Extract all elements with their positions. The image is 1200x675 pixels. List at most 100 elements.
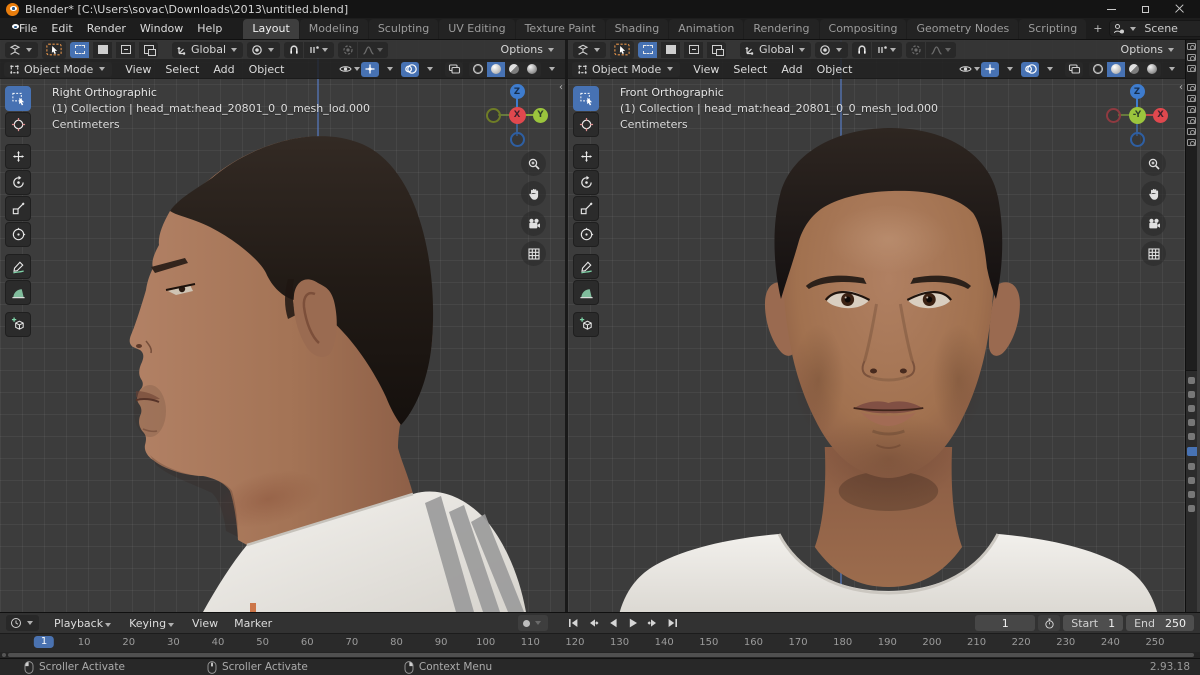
select-mode-extend[interactable] (661, 42, 680, 58)
current-frame-marker[interactable]: 1 (34, 636, 54, 648)
tab-shading[interactable]: Shading (606, 19, 669, 39)
timeline-ruler[interactable]: 1 10203040506070809010011012013014015016… (0, 633, 1200, 652)
pan-view-button[interactable] (521, 181, 546, 206)
render-visibility-camera-icon[interactable] (1187, 128, 1196, 135)
head-model-front[interactable] (568, 79, 1185, 612)
properties-tab-icon[interactable] (1188, 491, 1195, 498)
properties-tab-icon[interactable] (1188, 377, 1195, 384)
overlays-dropdown[interactable] (1041, 62, 1059, 77)
shading-dropdown[interactable] (1163, 62, 1181, 77)
overlays-dropdown[interactable] (421, 62, 439, 77)
move-tool-button[interactable] (5, 144, 31, 169)
snap-target-dropdown[interactable] (872, 42, 902, 58)
transform-orientation-dropdown[interactable]: Global (740, 42, 811, 58)
timeline-menu-keying[interactable]: Keying (122, 615, 183, 632)
minimize-button[interactable] (1106, 3, 1118, 15)
rotate-tool-button[interactable] (573, 170, 599, 195)
current-frame-field[interactable]: 1 (975, 615, 1035, 631)
viewport-menu-select[interactable]: Select (726, 62, 774, 77)
shading-wireframe-button[interactable] (1089, 62, 1107, 77)
head-model-profile[interactable] (0, 79, 565, 612)
move-tool-button[interactable] (573, 144, 599, 169)
render-visibility-camera-icon[interactable] (1187, 65, 1196, 72)
menu-render[interactable]: Render (80, 20, 133, 37)
transform-orientation-dropdown[interactable]: Global (172, 42, 243, 58)
tab-uv-editing[interactable]: UV Editing (439, 19, 514, 39)
proportional-falloff-dropdown[interactable] (358, 42, 388, 58)
select-mode-subtract[interactable] (116, 42, 135, 58)
properties-tab-icon[interactable] (1188, 505, 1195, 512)
overlays-toggle[interactable] (1021, 62, 1039, 77)
select-mode-extend[interactable] (93, 42, 112, 58)
tab-scripting[interactable]: Scripting (1019, 19, 1086, 39)
select-mode-difference[interactable] (139, 42, 158, 58)
cursor-tool-button[interactable] (5, 112, 31, 137)
shading-wireframe-button[interactable] (469, 62, 487, 77)
properties-tab-icon[interactable] (1187, 447, 1197, 456)
scene-selector[interactable]: Scene ✕ (1109, 20, 1200, 37)
viewport-menu-add[interactable]: Add (774, 62, 809, 77)
frame-start-field[interactable]: Start1 (1063, 615, 1123, 631)
auto-keying-button[interactable] (518, 615, 548, 631)
render-visibility-camera-icon[interactable] (1187, 54, 1196, 61)
viewport-menu-view[interactable]: View (686, 62, 726, 77)
overlays-toggle[interactable] (401, 62, 419, 77)
annotate-tool-button[interactable] (5, 254, 31, 279)
transform-pivot-dropdown[interactable] (247, 42, 280, 58)
select-box-tool-button[interactable] (573, 86, 599, 111)
shading-material-button[interactable] (1125, 62, 1143, 77)
grid-view-button[interactable] (1141, 241, 1166, 266)
viewport-canvas[interactable]: Front Orthographic(1) Collection | head_… (568, 79, 1185, 612)
navigation-gizmo[interactable]: ZYX (485, 83, 549, 147)
properties-tab-icon[interactable] (1188, 463, 1195, 470)
mode-dropdown[interactable]: Object Mode (4, 62, 112, 77)
scale-tool-button[interactable] (5, 196, 31, 221)
timeline-menu-marker[interactable]: Marker (227, 615, 279, 632)
viewport-menu-view[interactable]: View (118, 62, 158, 77)
tab-compositing[interactable]: Compositing (820, 19, 907, 39)
timeline-editor-type-button[interactable] (6, 615, 39, 631)
play-button[interactable] (623, 615, 642, 631)
scale-tool-button[interactable] (573, 196, 599, 221)
render-visibility-camera-icon[interactable] (1187, 139, 1196, 146)
timeline-menu-playback[interactable]: Playback (47, 615, 120, 632)
measure-tool-button[interactable] (573, 280, 599, 305)
gizmo-z-axis[interactable]: Z (510, 84, 525, 99)
object-visibility-dropdown[interactable] (961, 62, 979, 77)
viewport-menu-select[interactable]: Select (158, 62, 206, 77)
tab-modeling[interactable]: Modeling (300, 19, 368, 39)
properties-tab-icon[interactable] (1188, 419, 1195, 426)
gizmo-positive-axis[interactable]: Y (533, 108, 548, 123)
proportional-falloff-dropdown[interactable] (926, 42, 956, 58)
tab-layout[interactable]: Layout (243, 19, 298, 39)
select-mode-difference[interactable] (707, 42, 726, 58)
editor-type-button[interactable] (5, 42, 38, 58)
tab-animation[interactable]: Animation (669, 19, 743, 39)
select-mode-new[interactable] (70, 42, 89, 58)
rotate-tool-button[interactable] (5, 170, 31, 195)
jump-end-button[interactable] (663, 615, 682, 631)
next-keyframe-button[interactable] (643, 615, 662, 631)
render-visibility-camera-icon[interactable] (1187, 43, 1196, 50)
tab-texture-paint[interactable]: Texture Paint (516, 19, 605, 39)
render-visibility-camera-icon[interactable] (1187, 84, 1196, 91)
properties-tab-icon[interactable] (1188, 433, 1195, 440)
properties-tab-icon[interactable] (1188, 391, 1195, 398)
sidebar-collapse-arrow[interactable]: ‹ (1179, 82, 1183, 93)
play-reverse-button[interactable] (603, 615, 622, 631)
mode-dropdown[interactable]: Object Mode (572, 62, 680, 77)
viewport-menu-add[interactable]: Add (206, 62, 241, 77)
properties-tab-icon[interactable] (1188, 405, 1195, 412)
shading-solid-button[interactable] (1107, 62, 1125, 77)
maximize-button[interactable] (1140, 3, 1152, 15)
timeline-menu-view[interactable]: View (185, 615, 225, 632)
render-visibility-camera-icon[interactable] (1187, 95, 1196, 102)
add-cube-tool-button[interactable] (5, 312, 31, 337)
menu-help[interactable]: Help (190, 20, 229, 37)
object-visibility-dropdown[interactable] (341, 62, 359, 77)
navigation-gizmo[interactable]: ZX-Y (1105, 83, 1169, 147)
active-tool-button[interactable] (42, 41, 66, 59)
camera-view-button[interactable] (521, 211, 546, 236)
select-box-tool-button[interactable] (5, 86, 31, 111)
editor-type-button[interactable] (573, 42, 606, 58)
